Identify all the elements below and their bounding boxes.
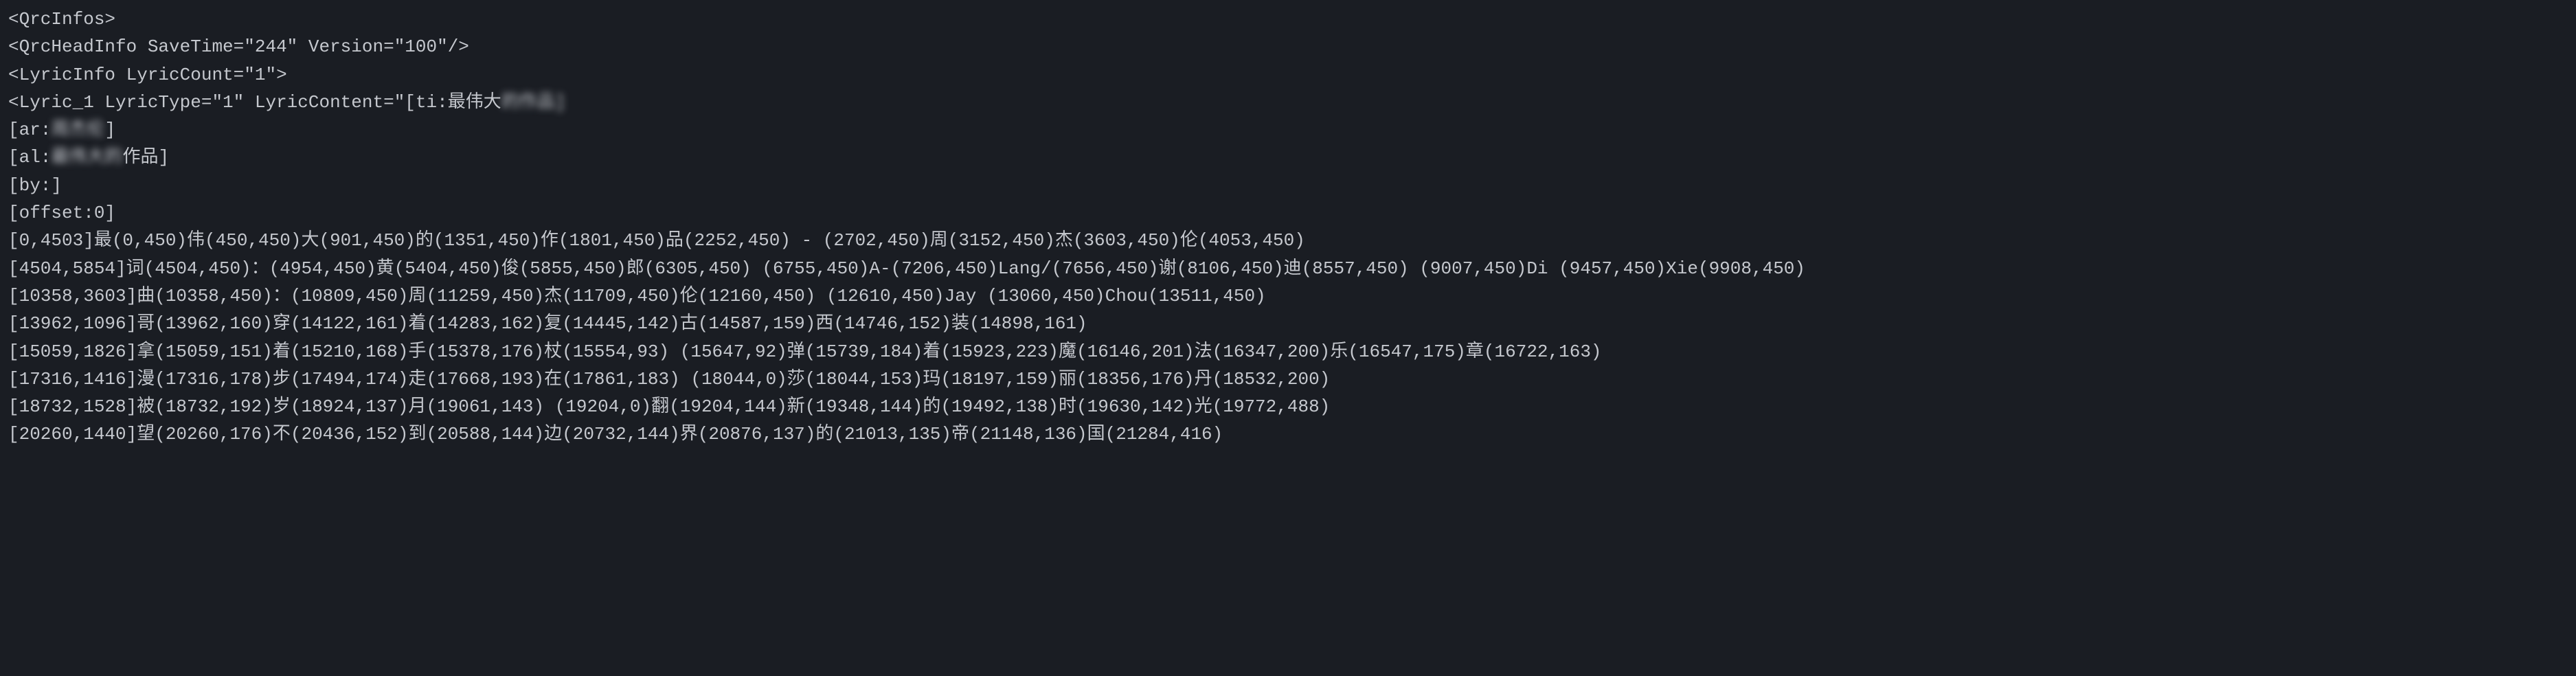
redacted-text: 最伟大的: [51, 144, 122, 171]
code-line: <QrcInfos>: [8, 5, 2568, 33]
text-segment: <Lyric_1 LyricType="1" LyricContent="[ti…: [8, 92, 501, 113]
code-line: [offset:0]: [8, 199, 2568, 227]
redacted-text: 的作品]: [501, 89, 566, 116]
code-line: [al:最伟大的作品]: [8, 144, 2568, 171]
code-line: <LyricInfo LyricCount="1">: [8, 61, 2568, 89]
code-line: [20260,1440]望(20260,176)不(20436,152)到(20…: [8, 420, 2568, 448]
code-line: [by:]: [8, 172, 2568, 199]
code-line: [10358,3603]曲(10358,450)：(10809,450)周(11…: [8, 282, 2568, 310]
code-line: [17316,1416]漫(17316,178)步(17494,174)走(17…: [8, 365, 2568, 393]
code-line: [ar:周杰伦]: [8, 116, 2568, 144]
text-segment: 作品]: [122, 147, 169, 168]
code-line: [18732,1528]被(18732,192)岁(18924,137)月(19…: [8, 393, 2568, 420]
code-line: [4504,5854]词(4504,450)：(4954,450)黄(5404,…: [8, 255, 2568, 282]
text-segment: [ar:: [8, 120, 51, 140]
text-segment: [al:: [8, 147, 51, 168]
code-line: [13962,1096]哥(13962,160)穿(14122,161)着(14…: [8, 310, 2568, 337]
code-line: <QrcHeadInfo SaveTime="244" Version="100…: [8, 33, 2568, 60]
redacted-text: 周杰伦: [51, 116, 104, 144]
code-line: <Lyric_1 LyricType="1" LyricContent="[ti…: [8, 89, 2568, 116]
code-line: [15059,1826]拿(15059,151)着(15210,168)手(15…: [8, 338, 2568, 365]
code-line: [0,4503]最(0,450)伟(450,450)大(901,450)的(13…: [8, 227, 2568, 254]
text-segment: ]: [104, 120, 115, 140]
